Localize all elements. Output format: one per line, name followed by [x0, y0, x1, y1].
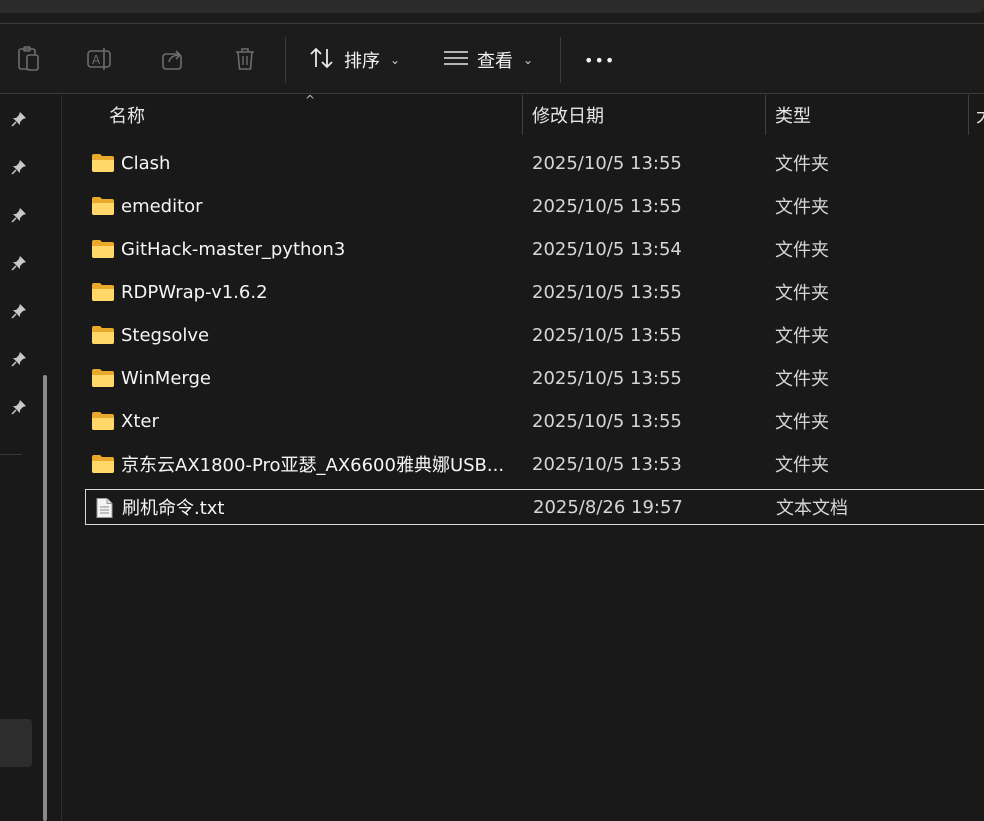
- file-name: 刷机命令.txt: [122, 498, 225, 519]
- file-name: Stegsolve: [121, 324, 210, 346]
- column-header-size[interactable]: 大: [976, 95, 984, 135]
- address-bar-edge: [0, 0, 984, 13]
- folder-icon: [92, 326, 114, 344]
- file-date: 2025/10/5 13:54: [532, 238, 682, 260]
- file-row[interactable]: WinMerge 2025/10/5 13:55 文件夹: [85, 360, 984, 396]
- file-date: 2025/10/5 13:55: [532, 410, 682, 432]
- column-divider[interactable]: [522, 95, 523, 135]
- more-options-button[interactable]: •••: [584, 43, 615, 77]
- delete-icon[interactable]: [231, 45, 259, 73]
- folder-icon: [92, 455, 114, 473]
- window-top-strip: [0, 0, 984, 24]
- column-divider[interactable]: [765, 95, 766, 135]
- file-name: RDPWrap-v1.6.2: [121, 281, 268, 303]
- file-row[interactable]: Stegsolve 2025/10/5 13:55 文件夹: [85, 317, 984, 353]
- chevron-down-icon: ⌄: [390, 53, 401, 67]
- toolbar-separator: [560, 37, 561, 83]
- sort-ascending-icon: ^: [305, 93, 316, 107]
- file-name: Xter: [121, 410, 159, 432]
- file-type: 文件夹: [775, 283, 829, 304]
- nav-divider: [0, 454, 22, 455]
- file-type: 文件夹: [775, 154, 829, 175]
- file-name: GitHack-master_python3: [121, 238, 346, 260]
- file-name: WinMerge: [121, 367, 211, 389]
- file-row[interactable]: 刷机命令.txt 2025/8/26 19:57 文本文档: [85, 489, 984, 525]
- column-header-date[interactable]: 修改日期: [532, 95, 604, 135]
- file-type: 文件夹: [775, 455, 829, 476]
- pin-icon[interactable]: [9, 301, 29, 321]
- nav-scrollbar[interactable]: [43, 375, 47, 821]
- column-divider[interactable]: [968, 95, 969, 135]
- nav-selected-item[interactable]: [0, 719, 32, 767]
- view-label: 查看: [477, 51, 513, 72]
- file-type: 文件夹: [775, 369, 829, 390]
- folder-icon: [92, 240, 114, 258]
- file-row[interactable]: emeditor 2025/10/5 13:55 文件夹: [85, 188, 984, 224]
- sort-button[interactable]: 排序 ⌄: [308, 43, 400, 77]
- file-date: 2025/10/5 13:55: [532, 281, 682, 303]
- file-date: 2025/10/5 13:55: [532, 152, 682, 174]
- file-type: 文件夹: [775, 240, 829, 261]
- sort-label: 排序: [344, 51, 380, 72]
- column-header-name[interactable]: 名称: [109, 95, 145, 135]
- file-name: 京东云AX1800-Pro亚瑟_AX6600雅典娜USB...: [121, 455, 505, 476]
- file-name: emeditor: [121, 195, 203, 217]
- pin-icon[interactable]: [9, 349, 29, 369]
- folder-icon: [92, 283, 114, 301]
- pin-icon[interactable]: [9, 205, 29, 225]
- pin-icon[interactable]: [9, 253, 29, 273]
- sort-icon: [308, 46, 336, 75]
- pin-icon[interactable]: [9, 109, 29, 129]
- file-row[interactable]: GitHack-master_python3 2025/10/5 13:54 文…: [85, 231, 984, 267]
- file-date: 2025/10/5 13:55: [532, 195, 682, 217]
- chevron-down-icon: ⌄: [523, 53, 534, 67]
- file-type: 文件夹: [775, 412, 829, 433]
- file-type: 文件夹: [775, 197, 829, 218]
- text-file-icon: [96, 498, 113, 518]
- file-row[interactable]: 京东云AX1800-Pro亚瑟_AX6600雅典娜USB... 2025/10/…: [85, 446, 984, 482]
- file-row[interactable]: RDPWrap-v1.6.2 2025/10/5 13:55 文件夹: [85, 274, 984, 310]
- file-type: 文件夹: [775, 326, 829, 347]
- folder-icon: [92, 412, 114, 430]
- view-list-icon: [443, 48, 469, 73]
- file-type: 文本文档: [776, 498, 848, 519]
- file-date: 2025/8/26 19:57: [533, 496, 683, 518]
- file-row[interactable]: Xter 2025/10/5 13:55 文件夹: [85, 403, 984, 439]
- paste-icon[interactable]: [15, 45, 43, 73]
- column-header-type[interactable]: 类型: [775, 95, 811, 135]
- toolbar-separator: [285, 37, 286, 83]
- column-header-row: ^ 名称 修改日期 类型 大: [63, 93, 984, 135]
- file-date: 2025/10/5 13:55: [532, 324, 682, 346]
- svg-text:A: A: [92, 53, 101, 67]
- folder-icon: [92, 197, 114, 215]
- navigation-pane: [0, 95, 62, 821]
- file-row[interactable]: Clash 2025/10/5 13:55 文件夹: [85, 145, 984, 181]
- file-date: 2025/10/5 13:55: [532, 367, 682, 389]
- command-bar: A 排序 ⌄ 查看 ⌄ •••: [0, 25, 984, 94]
- file-date: 2025/10/5 13:53: [532, 453, 682, 475]
- folder-icon: [92, 369, 114, 387]
- folder-icon: [92, 154, 114, 172]
- more-icon: •••: [584, 50, 616, 70]
- view-button[interactable]: 查看 ⌄: [443, 43, 533, 77]
- pin-icon[interactable]: [9, 397, 29, 417]
- pin-icon[interactable]: [9, 157, 29, 177]
- share-icon[interactable]: [159, 45, 187, 73]
- file-name: Clash: [121, 152, 171, 174]
- rename-icon[interactable]: A: [86, 45, 114, 73]
